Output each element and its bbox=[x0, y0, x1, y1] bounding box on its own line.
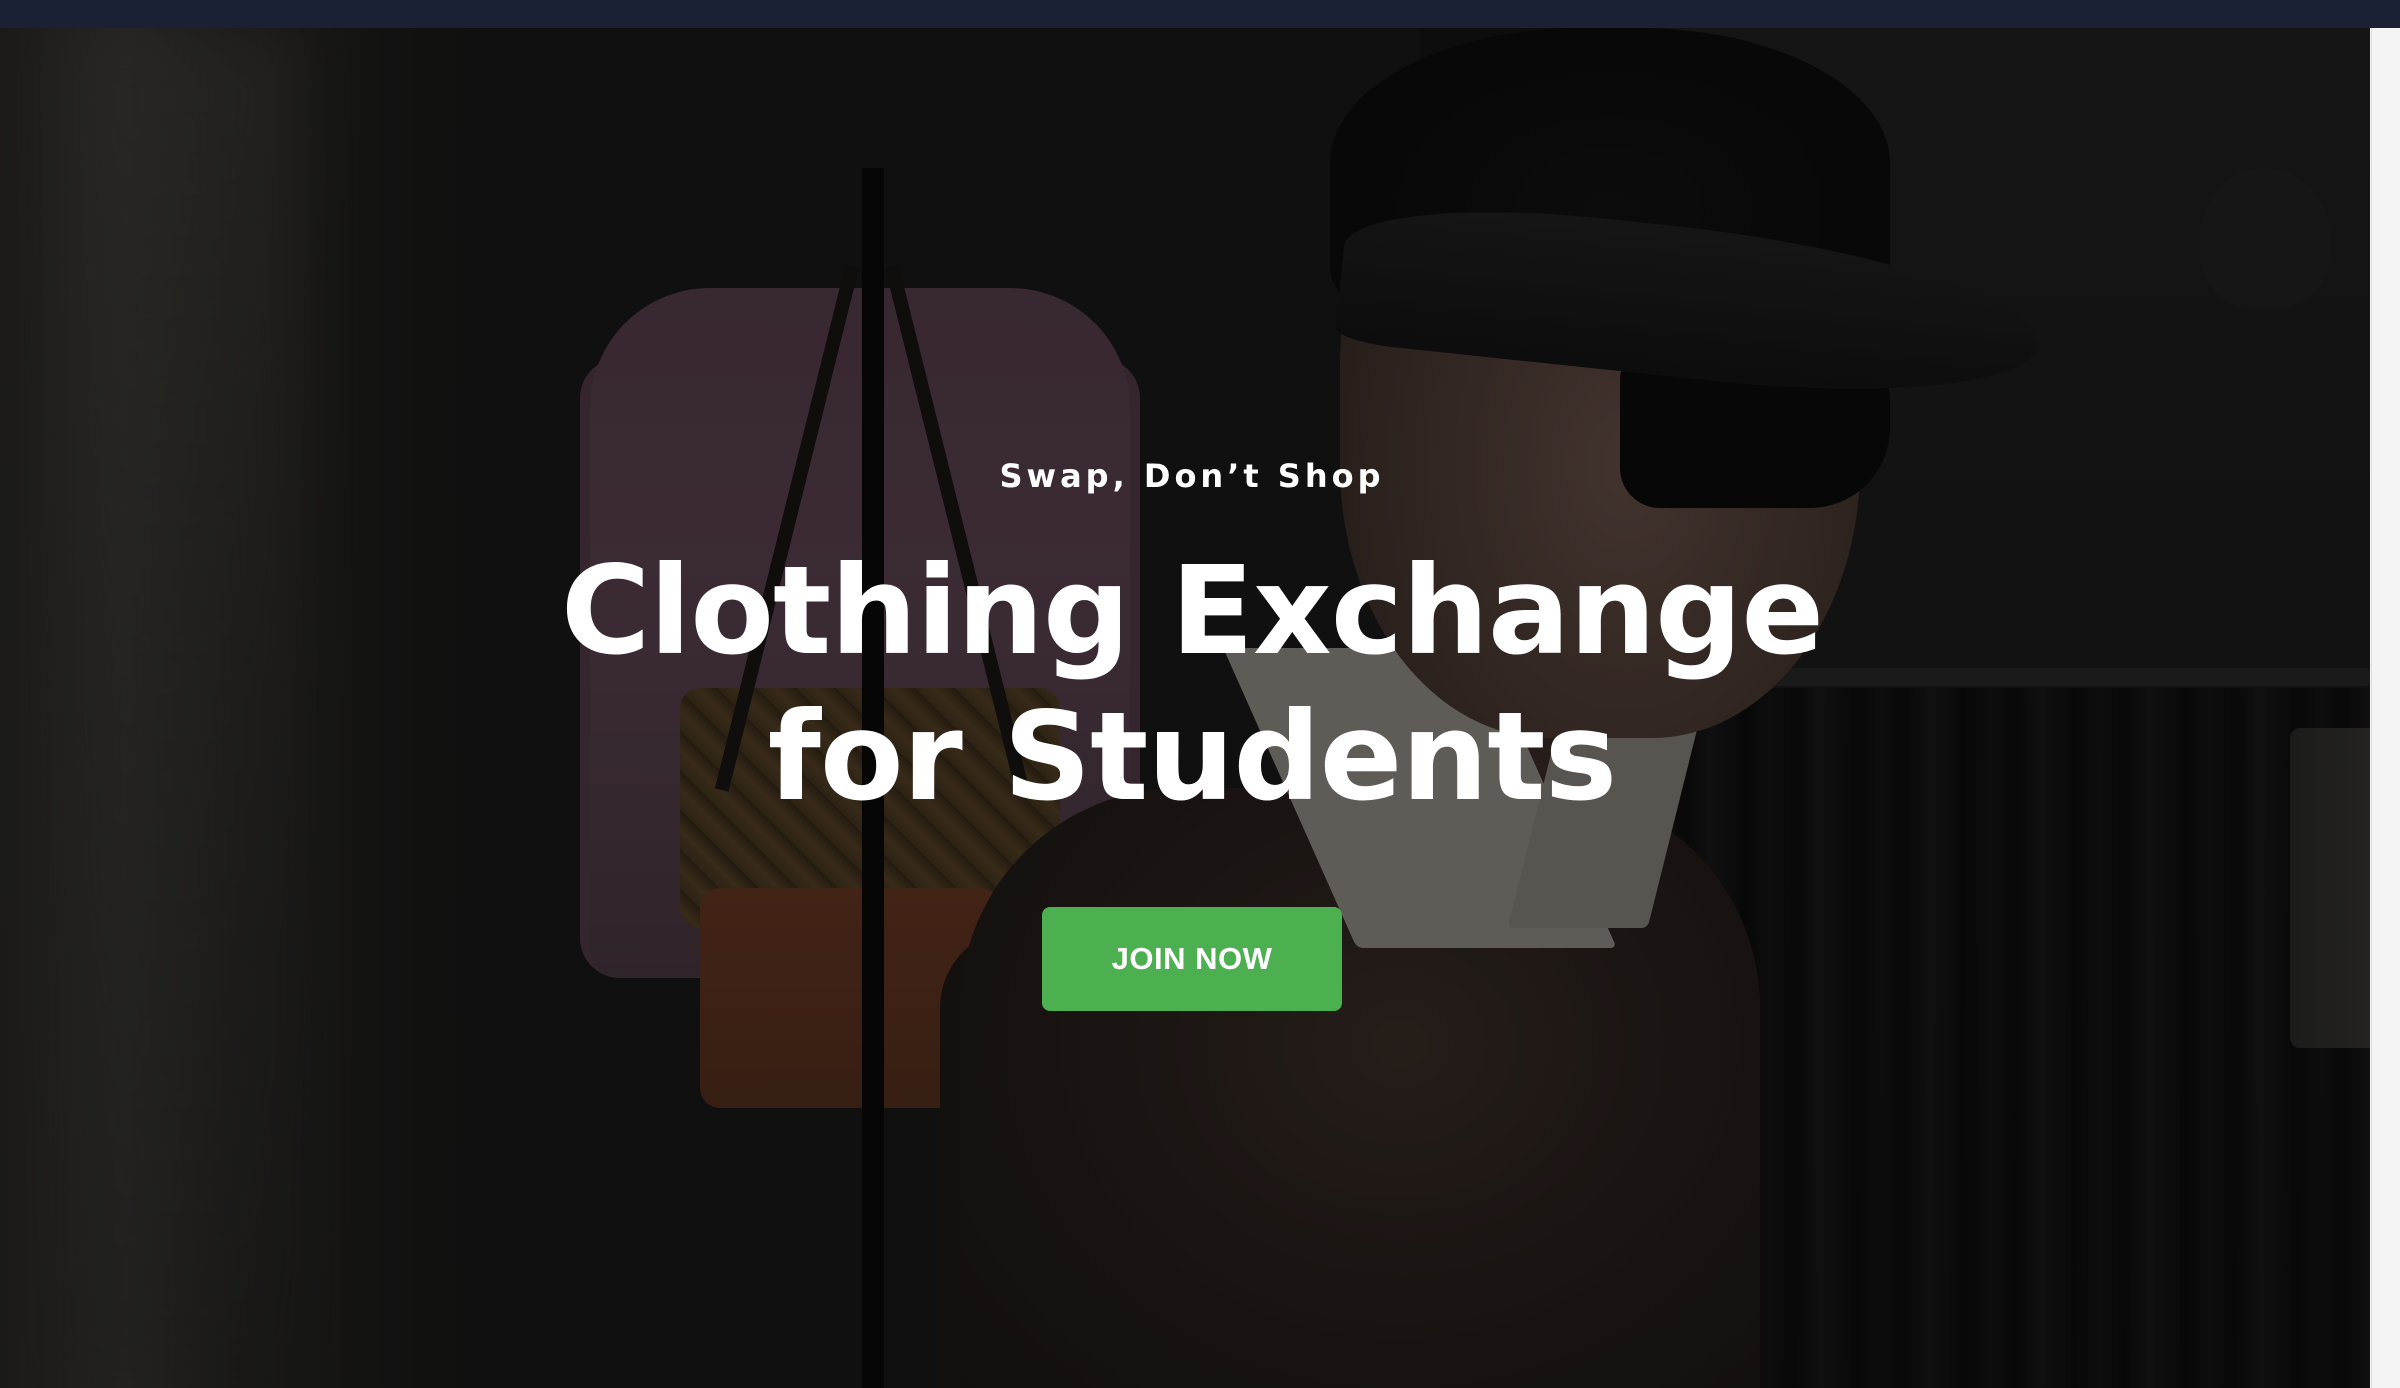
hero-tagline: Swap, Don’t Shop bbox=[999, 457, 1385, 495]
hero-section: Swap, Don’t Shop Clothing Exchange for S… bbox=[0, 28, 2370, 1388]
hero-headline-text: Clothing Exchange for Students bbox=[560, 540, 1824, 828]
hero-headline: Clothing Exchange for Students bbox=[0, 538, 2370, 830]
top-bar bbox=[0, 0, 2400, 28]
vertical-scrollbar[interactable] bbox=[2370, 28, 2400, 1388]
hero-content: Swap, Don’t Shop Clothing Exchange for S… bbox=[0, 28, 2370, 1388]
join-now-button[interactable]: JOIN NOW bbox=[1042, 907, 1342, 1011]
